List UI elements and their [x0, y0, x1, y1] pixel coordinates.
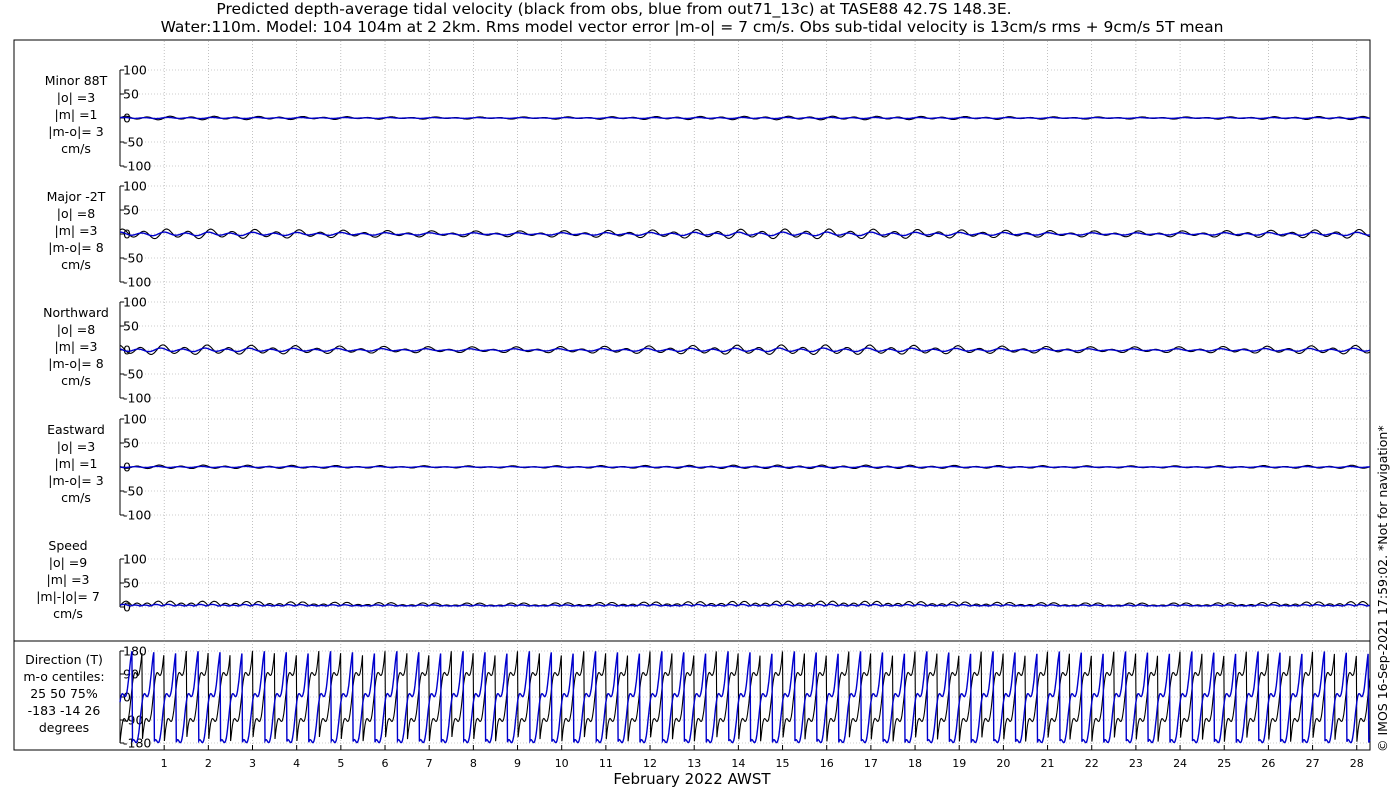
y-tick-label: 180: [123, 644, 147, 659]
x-tick-label: 10: [555, 757, 569, 770]
x-tick-label: 2: [205, 757, 212, 770]
y-tick-label: 50: [123, 576, 139, 591]
x-tick-label: 26: [1261, 757, 1275, 770]
x-tick-label: 13: [687, 757, 701, 770]
panel-label-line: degrees: [39, 720, 89, 735]
x-tick-label: 19: [952, 757, 966, 770]
direction-panel-frame: [13, 640, 1371, 751]
x-axis-label: February 2022 AWST: [613, 770, 771, 788]
x-tick-label: 12: [643, 757, 657, 770]
y-tick-label: 100: [123, 552, 147, 567]
x-tick-label: 6: [382, 757, 389, 770]
panel-label-line: m-o centiles:: [23, 669, 104, 684]
y-tick-label: -100: [123, 391, 151, 406]
panel-label-line: Eastward: [47, 422, 105, 437]
panel-label-line: |o| =8: [57, 322, 96, 337]
y-tick-label: -50: [123, 484, 143, 499]
panel-label-line: -183 -14 26: [28, 703, 101, 718]
x-tick-label: 28: [1350, 757, 1364, 770]
x-tick-label: 20: [996, 757, 1010, 770]
x-tick-label: 18: [908, 757, 922, 770]
panel-label-line: cm/s: [61, 141, 91, 156]
panel-label-line: |m|-|o|= 7: [36, 589, 100, 604]
y-tick-label: 100: [123, 63, 147, 78]
y-tick-label: 100: [123, 179, 147, 194]
panel-label-line: |m| =1: [55, 456, 98, 471]
x-tick-label: 23: [1129, 757, 1143, 770]
y-tick-label: 50: [123, 436, 139, 451]
panel-label-line: |m-o|= 8: [48, 356, 103, 371]
panel-label-line: |o| =9: [49, 555, 88, 570]
panel-label-line: |o| =8: [57, 206, 96, 221]
x-tick-label: 4: [293, 757, 300, 770]
main-panel-frame: [13, 39, 1371, 642]
panel-label-line: |m| =3: [55, 339, 98, 354]
x-tick-label: 15: [776, 757, 790, 770]
x-tick-label: 14: [731, 757, 745, 770]
panel-label-line: Northward: [43, 305, 109, 320]
x-tick-label: 27: [1306, 757, 1320, 770]
x-tick-label: 1: [161, 757, 168, 770]
y-tick-label: 100: [123, 295, 147, 310]
x-tick-label: 11: [599, 757, 613, 770]
x-tick-label: 24: [1173, 757, 1187, 770]
y-tick-label: 50: [123, 203, 139, 218]
y-tick-label: -50: [123, 251, 143, 266]
panel-label-line: |o| =3: [57, 90, 95, 105]
panel-label-line: Direction (T): [25, 652, 103, 667]
panel-label-line: |m-o|= 3: [48, 124, 103, 139]
tidal-velocity-chart: 1 2 3 4 5 6 7 8 9 10 11 12 13 14 15 16 17 18 19 20 21 22 23 24 2…: [13, 39, 1371, 770]
y-tick-label: -100: [123, 508, 151, 523]
x-tick-label: 5: [337, 757, 344, 770]
panel-label-line: |m| =3: [55, 223, 98, 238]
panel-label-line: cm/s: [61, 373, 91, 388]
panel-label-line: cm/s: [61, 490, 91, 505]
panel-label-line: 25 50 75%: [30, 686, 98, 701]
x-tick-label: 9: [514, 757, 521, 770]
panel-label-line: |m-o|= 3: [48, 473, 103, 488]
y-tick-label: -100: [123, 159, 151, 174]
y-tick-label: -180: [123, 736, 151, 751]
panel-label-line: Minor 88T: [45, 73, 108, 88]
panel-label-line: cm/s: [53, 606, 83, 621]
copyright-note: © IMOS 16-Sep-2021 17:59:02. *Not for na…: [1375, 425, 1390, 752]
x-tick-label: 8: [470, 757, 477, 770]
y-tick-label: 50: [123, 87, 139, 102]
x-tick-label: 16: [820, 757, 834, 770]
x-tick-label: 7: [426, 757, 433, 770]
x-tick-label: 21: [1041, 757, 1055, 770]
panel-label-line: |m| =3: [47, 572, 90, 587]
y-tick-label: -100: [123, 275, 151, 290]
y-tick-label: 50: [123, 319, 139, 334]
y-tick-label: -50: [123, 135, 143, 150]
panel-label-line: cm/s: [61, 257, 91, 272]
panel-label-line: |m-o|= 8: [48, 240, 103, 255]
x-tick-label: 22: [1085, 757, 1099, 770]
y-tick-label: 100: [123, 412, 147, 427]
x-tick-label: 3: [249, 757, 256, 770]
panel-label-line: |o| =3: [57, 439, 95, 454]
series-line-model-minor: [119, 116, 1371, 120]
x-tick-label: 25: [1217, 757, 1231, 770]
panel-label-line: Major -2T: [47, 189, 106, 204]
y-tick-label: -50: [123, 367, 143, 382]
series-line-model-east: [119, 465, 1370, 469]
x-tick-label: 17: [864, 757, 878, 770]
panel-label-line: Speed: [48, 538, 87, 553]
panel-label-line: |m| =1: [55, 107, 98, 122]
